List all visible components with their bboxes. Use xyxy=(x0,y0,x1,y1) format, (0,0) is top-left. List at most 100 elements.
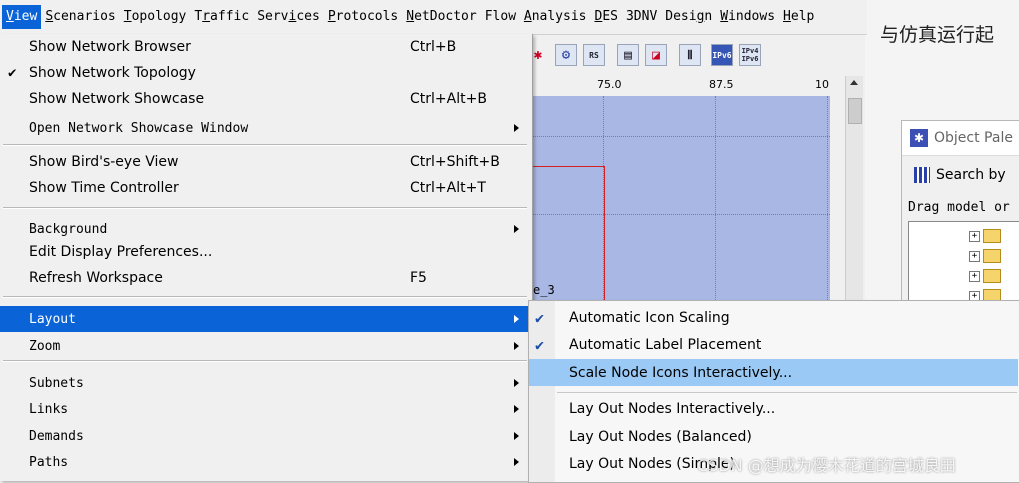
menu-item-scale-node-icons-interactively[interactable]: Scale Node Icons Interactively... xyxy=(529,359,1018,386)
document-text: 与仿真运行起 xyxy=(880,24,995,46)
menu-item-label: Show Network Showcase xyxy=(29,91,205,107)
grid-line xyxy=(715,96,716,300)
menu-item-automatic-icon-scaling[interactable]: ✔ Automatic Icon Scaling xyxy=(529,304,1018,331)
workspace-ruler: 75.0 87.5 10 xyxy=(533,76,830,97)
menu-item-refresh-workspace[interactable]: Refresh Workspace F5 xyxy=(0,265,530,291)
expand-icon[interactable]: + xyxy=(969,270,980,282)
ruler-tick: 10 xyxy=(815,78,829,91)
palette-star-icon: ✱ xyxy=(910,129,928,147)
menu-item-label: Lay Out Nodes Interactively... xyxy=(569,400,776,417)
tree-folder-row[interactable]: + xyxy=(969,268,1001,284)
menu-item-show-network-browser[interactable]: Show Network Browser Ctrl+B xyxy=(0,34,530,60)
menu-item-label: Edit Display Preferences... xyxy=(29,244,213,260)
ruler-tick: 87.5 xyxy=(709,78,734,91)
menu-item-shortcut: Ctrl+Shift+B xyxy=(410,154,500,170)
workspace-scrollbar[interactable] xyxy=(845,76,863,300)
scroll-thumb[interactable] xyxy=(848,98,862,124)
view-menu-dropdown: Show Network Browser Ctrl+B ✔ Show Netwo… xyxy=(0,34,533,481)
menu-item-label: Show Network Topology xyxy=(29,65,196,81)
menu-item-zoom[interactable]: Zoom xyxy=(0,333,530,359)
menu-item-lay-out-nodes-interactively[interactable]: Lay Out Nodes Interactively... xyxy=(529,395,1018,422)
menu-item-show-time-controller[interactable]: Show Time Controller Ctrl+Alt+T xyxy=(0,175,530,201)
menu-item-open-network-showcase-window[interactable]: Open Network Showcase Window xyxy=(0,115,530,141)
menu-item-label: Links xyxy=(29,401,69,417)
ipv4-ipv6-icon[interactable]: IPv4 IPv6 xyxy=(739,44,761,66)
object-palette-titlebar[interactable]: ✱ Object Pale xyxy=(902,121,1019,156)
menu-separator xyxy=(3,296,527,298)
menu-item-label: Show Network Browser xyxy=(29,39,191,55)
menu-netdoctor[interactable]: NetDoctor xyxy=(402,5,480,29)
menu-item-label: Scale Node Icons Interactively... xyxy=(569,364,793,381)
palette-search-button[interactable]: Search by xyxy=(914,167,1006,183)
expand-icon[interactable]: + xyxy=(969,230,980,242)
menu-separator xyxy=(3,360,527,362)
menu-item-edit-display-preferences[interactable]: Edit Display Preferences... xyxy=(0,239,530,265)
menu-item-shortcut: Ctrl+B xyxy=(410,39,457,55)
menu-item-label: Show Bird's-eye View xyxy=(29,154,179,170)
menu-item-show-birds-eye-view[interactable]: Show Bird's-eye View Ctrl+Shift+B xyxy=(0,149,530,175)
menu-item-shortcut: Ctrl+Alt+B xyxy=(410,91,487,107)
info-icon[interactable]: Ⅱ xyxy=(679,44,701,66)
menu-scenarios[interactable]: Scenarios xyxy=(41,5,119,29)
menu-item-label: Layout xyxy=(29,311,76,327)
scroll-up-icon[interactable] xyxy=(850,80,858,85)
object-palette-title: Object Pale xyxy=(934,130,1013,146)
menu-windows[interactable]: Windows xyxy=(716,5,779,29)
submenu-arrow-icon xyxy=(514,315,519,323)
menubar: View Scenarios Topology Traffic Services… xyxy=(0,0,867,35)
watermark: CSDN @想成为樱木花道的宫城良田 xyxy=(697,456,956,475)
menu-item-links[interactable]: Links xyxy=(0,396,530,422)
menu-item-shortcut: F5 xyxy=(410,270,427,286)
menu-item-label: Subnets xyxy=(29,375,84,391)
submenu-arrow-icon xyxy=(514,342,519,350)
menu-protocols[interactable]: Protocols xyxy=(324,5,402,29)
folder-icon xyxy=(983,249,1001,263)
search-grid-icon xyxy=(914,167,930,183)
menu-item-label: Zoom xyxy=(29,338,61,354)
menu-services[interactable]: Services xyxy=(253,5,324,29)
menu-topology[interactable]: Topology xyxy=(120,5,191,29)
menu-item-label: Lay Out Nodes (Balanced) xyxy=(569,428,752,445)
grid-line xyxy=(533,136,830,137)
graph-icon[interactable]: ◪ xyxy=(645,44,667,66)
palette-search-label: Search by xyxy=(936,167,1006,183)
menu-help[interactable]: Help xyxy=(779,5,818,29)
menu-design[interactable]: Design xyxy=(661,5,716,29)
node-label[interactable]: e_3 xyxy=(533,283,555,297)
network-workspace[interactable]: e_3 xyxy=(533,96,830,300)
submenu-arrow-icon xyxy=(514,432,519,440)
check-icon: ✔ xyxy=(535,335,545,354)
menu-item-label: Demands xyxy=(29,428,84,444)
menu-item-demands[interactable]: Demands xyxy=(0,423,530,449)
menu-item-show-network-showcase[interactable]: Show Network Showcase Ctrl+Alt+B xyxy=(0,86,530,112)
menu-item-label: Paths xyxy=(29,454,69,470)
grid-line xyxy=(827,96,828,300)
menu-item-label: Show Time Controller xyxy=(29,180,179,196)
object-palette-window[interactable]: ✱ Object Pale Search by Drag model or s … xyxy=(901,120,1019,313)
ipv6-icon[interactable]: IPv6 xyxy=(711,44,733,66)
toolbar: ✱ ⚙ RS ▤ ◪ Ⅱ IPv6 IPv4 IPv6 xyxy=(533,36,865,72)
menu-des[interactable]: DES xyxy=(590,5,621,29)
menu-separator xyxy=(3,207,527,209)
menu-item-subnets[interactable]: Subnets xyxy=(0,370,530,396)
chart-icon[interactable]: ▤ xyxy=(617,44,639,66)
tree-folder-row[interactable]: + xyxy=(969,228,1001,244)
menu-flow-analysis[interactable]: Flow Analysis xyxy=(481,5,591,29)
expand-icon[interactable]: + xyxy=(969,250,980,262)
tree-folder-row[interactable]: + xyxy=(969,248,1001,264)
menu-item-layout[interactable]: Layout xyxy=(0,306,530,332)
menu-item-lay-out-nodes-balanced[interactable]: Lay Out Nodes (Balanced) xyxy=(529,423,1018,450)
menu-item-automatic-label-placement[interactable]: ✔ Automatic Label Placement xyxy=(529,331,1018,358)
subnet-boundary[interactable] xyxy=(533,166,605,300)
menu-view[interactable]: View xyxy=(2,5,42,29)
gear-icon[interactable]: ⚙ xyxy=(555,44,577,66)
menu-item-paths[interactable]: Paths xyxy=(0,449,530,475)
menu-item-show-network-topology[interactable]: ✔ Show Network Topology xyxy=(0,60,530,86)
submenu-arrow-icon xyxy=(514,225,519,233)
rs-icon[interactable]: RS xyxy=(583,44,605,66)
submenu-arrow-icon xyxy=(514,405,519,413)
check-icon: ✔ xyxy=(8,65,17,81)
menu-separator xyxy=(557,392,1017,393)
menu-traffic[interactable]: Traffic xyxy=(190,5,253,29)
menu-3dnv[interactable]: 3DNV xyxy=(622,5,661,29)
